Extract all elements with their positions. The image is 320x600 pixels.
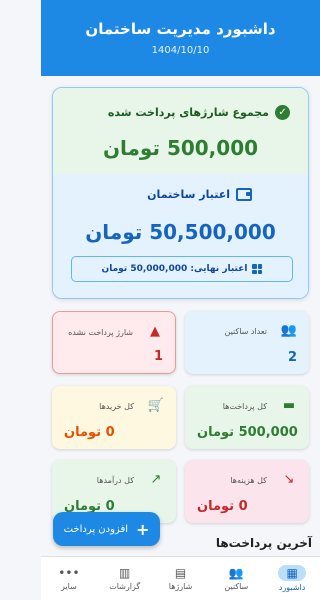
wallet-icon bbox=[236, 188, 252, 201]
nav-label: داشبورد bbox=[278, 583, 306, 592]
nav-residents[interactable]: 👥 ساکنین bbox=[208, 557, 264, 600]
nav-label: شارژها bbox=[168, 582, 193, 591]
people-icon: 👥 bbox=[280, 323, 297, 338]
page-title: داشبورد مدیریت ساختمان bbox=[85, 20, 276, 38]
recent-payments-title: آخرین پرداخت‌ها bbox=[215, 536, 312, 550]
card-label: تعداد ساکنین bbox=[224, 327, 267, 336]
nav-dashboard[interactable]: ▦ داشبورد bbox=[264, 557, 320, 600]
add-payment-button[interactable]: + افزودن پرداخت bbox=[53, 512, 160, 546]
more-icon: ••• bbox=[58, 566, 80, 580]
bottom-navigation: ▦ داشبورد 👥 ساکنین ▤ شارژها ▥ گزارشات ••… bbox=[41, 556, 320, 600]
trend-up-icon: ↗ bbox=[150, 472, 162, 487]
summary-card: ✓ مجموع شارژهای پرداخت شده 500,000 تومان… bbox=[52, 87, 309, 299]
cart-icon: 🛒 bbox=[147, 398, 164, 413]
paid-label: مجموع شارژهای پرداخت شده bbox=[107, 106, 269, 119]
nav-more[interactable]: ••• سایر bbox=[41, 557, 97, 600]
final-credit-text: اعتبار نهایی: 50,000,000 تومان bbox=[101, 264, 248, 274]
residents-card[interactable]: 👥 تعداد ساکنین 2 bbox=[185, 311, 309, 374]
total-payments-card[interactable]: ▬ کل پرداخت‌ها 500,000 تومان bbox=[185, 386, 309, 449]
nav-label: گزارشات bbox=[109, 582, 141, 591]
dashboard-icon: ▦ bbox=[278, 565, 306, 581]
card-label: شارژ پرداخت نشده bbox=[68, 328, 133, 337]
card-value: 1 bbox=[153, 349, 163, 364]
credit-label: اعتبار ساختمان bbox=[147, 188, 230, 201]
card-value: 500,000 تومان bbox=[197, 425, 298, 440]
credit-amount: 50,500,000 تومان bbox=[85, 220, 276, 244]
trend-down-icon: ↘ bbox=[283, 472, 295, 487]
card-icon: ▬ bbox=[282, 398, 296, 413]
report-icon: ▥ bbox=[119, 566, 131, 580]
card-label: کل پرداخت‌ها bbox=[222, 402, 267, 411]
total-expenses-card[interactable]: ↘ کل هزینه‌ها 0 تومان bbox=[185, 460, 309, 523]
nav-label: سایر bbox=[61, 582, 77, 591]
paid-section: ✓ مجموع شارژهای پرداخت شده 500,000 تومان bbox=[53, 88, 308, 174]
card-value: 0 تومان bbox=[64, 425, 115, 440]
paid-amount: 500,000 تومان bbox=[102, 136, 259, 160]
add-payment-label: افزودن پرداخت bbox=[63, 523, 129, 535]
unpaid-charge-card[interactable]: ▲ شارژ پرداخت نشده 1 bbox=[52, 311, 176, 374]
card-value: 0 تومان bbox=[197, 499, 248, 514]
grid-icon bbox=[252, 264, 263, 274]
total-purchases-card[interactable]: 🛒 کل خریدها 0 تومان bbox=[52, 386, 176, 449]
warning-icon: ▲ bbox=[150, 324, 160, 339]
card-label: کل درآمدها bbox=[96, 476, 134, 485]
app-header: داشبورد مدیریت ساختمان 1404/10/10 bbox=[41, 0, 320, 76]
people-icon: 👥 bbox=[228, 566, 244, 580]
card-label: کل خریدها bbox=[99, 402, 134, 411]
check-circle-icon: ✓ bbox=[275, 105, 290, 120]
final-credit-box: اعتبار نهایی: 50,000,000 تومان bbox=[71, 256, 293, 282]
receipt-icon: ▤ bbox=[174, 566, 187, 580]
nav-reports[interactable]: ▥ گزارشات bbox=[97, 557, 153, 600]
header-date: 1404/10/10 bbox=[151, 45, 210, 56]
nav-label: ساکنین bbox=[224, 582, 249, 591]
card-label: کل هزینه‌ها bbox=[230, 476, 267, 485]
card-value: 2 bbox=[287, 350, 297, 365]
plus-icon: + bbox=[136, 519, 150, 539]
nav-charges[interactable]: ▤ شارژها bbox=[153, 557, 209, 600]
